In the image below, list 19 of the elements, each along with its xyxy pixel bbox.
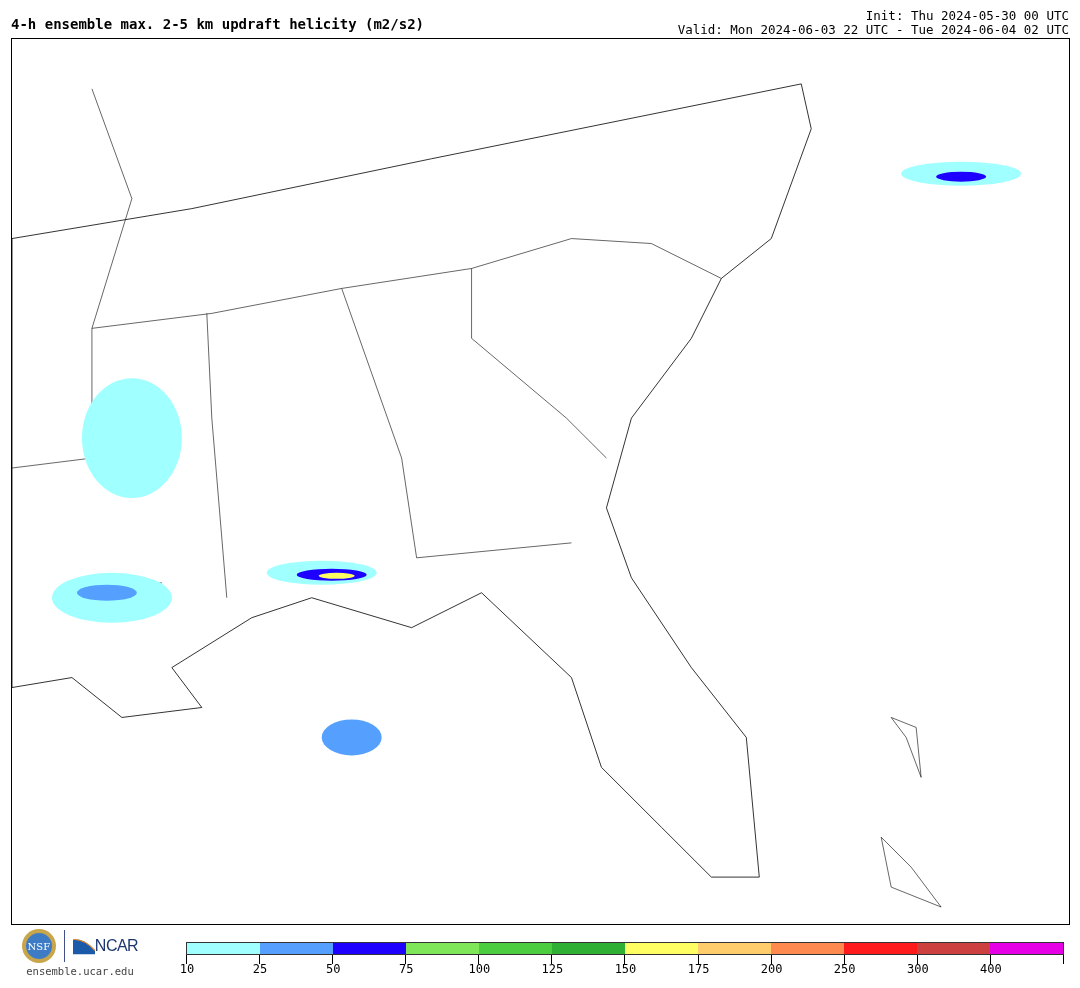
colorbar-tick-label: 200 — [760, 962, 783, 976]
ncar-mark-icon — [72, 937, 95, 955]
colorbar-tick-label: 100 — [468, 962, 491, 976]
colorbar-tick-label: 150 — [614, 962, 637, 976]
colorbar-tick-label: 10 — [179, 962, 195, 976]
colorbar-tick-label: 75 — [399, 962, 414, 976]
colorbar-tick-label: 175 — [687, 962, 710, 976]
colorbar-tick-label: 50 — [325, 962, 341, 976]
site-url: ensemble.ucar.edu — [26, 965, 134, 977]
colorbar-tick-label: 300 — [906, 962, 929, 976]
init-time: Init: Thu 2024-05-30 00 UTC — [865, 9, 1069, 23]
colorbar-tick-label: 125 — [541, 962, 564, 976]
colorbar-tick-label: 250 — [833, 962, 856, 976]
map-title: 4-h ensemble max. 2-5 km updraft helicity (m2/s2) — [11, 16, 424, 34]
colorbar-tick-label: 400 — [980, 962, 1002, 976]
ncar-logo-text: NCAR — [94, 937, 139, 955]
valid-time: Valid: Mon 2024-06-03 22 UTC - Tue 2024-06-04 02 UTC — [677, 23, 1069, 37]
colorbar-tick-label: 25 — [252, 962, 268, 976]
nsf-logo: NSF — [21, 929, 56, 963]
